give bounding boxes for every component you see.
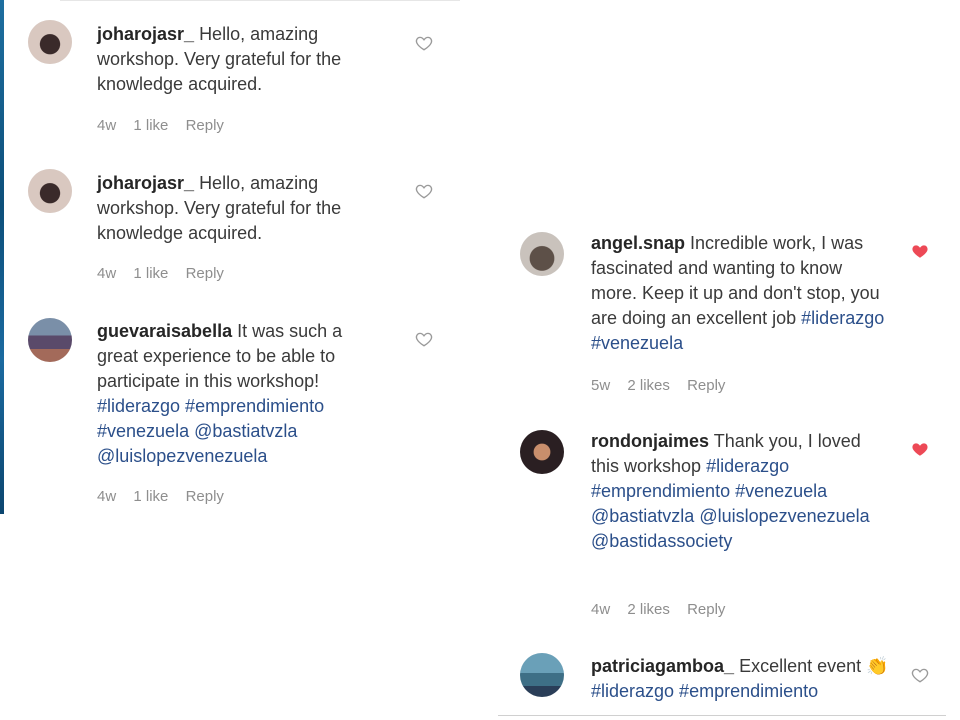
comment-body: guevaraisabella It was such a great expe… (97, 319, 387, 469)
heart-filled-icon[interactable] (911, 440, 929, 458)
comment-time: 4w (591, 601, 611, 618)
comment-meta: 4w 1 like Reply (97, 265, 237, 282)
comment-body: joharojasr_ Hello, amazing workshop. Ver… (97, 171, 387, 246)
comment-time: 4w (97, 117, 117, 134)
comment-likes[interactable]: 2 likes (627, 377, 670, 394)
comment-body: rondonjaimes Thank you, I loved this wor… (591, 429, 891, 554)
divider (60, 0, 460, 1)
heart-outline-icon[interactable] (415, 34, 433, 52)
user-avatar[interactable] (520, 232, 564, 276)
reply-button[interactable]: Reply (186, 117, 224, 134)
comment-body: angel.snap Incredible work, I was fascin… (591, 231, 891, 356)
user-avatar[interactable] (520, 653, 564, 697)
reply-button[interactable]: Reply (687, 601, 725, 618)
clap-emoji-icon: 👏 (866, 656, 889, 676)
comment-time: 5w (591, 377, 611, 394)
comment-username[interactable]: joharojasr_ (97, 173, 194, 193)
comment-username[interactable]: joharojasr_ (97, 24, 194, 44)
comment-username[interactable]: rondonjaimes (591, 431, 709, 451)
comment-likes[interactable]: 2 likes (627, 601, 670, 618)
comment-hashtags[interactable]: #liderazgo #emprendimiento (591, 681, 818, 701)
comment-meta: 5w 2 likes Reply (591, 377, 738, 394)
comment-likes[interactable]: 1 like (133, 488, 168, 505)
comment-meta: 4w 1 like Reply (97, 488, 237, 505)
user-avatar[interactable] (28, 169, 72, 213)
heart-filled-icon[interactable] (911, 242, 929, 260)
comment-meta: 4w 2 likes Reply (591, 601, 738, 618)
heart-outline-icon[interactable] (911, 666, 929, 684)
comment-username[interactable]: angel.snap (591, 233, 685, 253)
comment-likes[interactable]: 1 like (133, 117, 168, 134)
reply-button[interactable]: Reply (186, 265, 224, 282)
comment-username[interactable]: guevaraisabella (97, 321, 232, 341)
comment-body: patriciagamboa_ Excellent event 👏 #lider… (591, 654, 891, 704)
heart-outline-icon[interactable] (415, 182, 433, 200)
user-avatar[interactable] (28, 20, 72, 64)
comment-body: joharojasr_ Hello, amazing workshop. Ver… (97, 22, 387, 97)
comment-likes[interactable]: 1 like (133, 265, 168, 282)
user-avatar[interactable] (520, 430, 564, 474)
comment-time: 4w (97, 265, 117, 282)
comments-panel-right: angel.snap Incredible work, I was fascin… (498, 224, 960, 720)
comment-text: Excellent event (739, 656, 862, 676)
comment-meta: 4w 1 like Reply (97, 117, 237, 134)
user-avatar[interactable] (28, 318, 72, 362)
comment-username[interactable]: patriciagamboa_ (591, 656, 734, 676)
comments-panel-left: joharojasr_ Hello, amazing workshop. Ver… (0, 0, 470, 514)
reply-button[interactable]: Reply (186, 488, 224, 505)
comment-hashtags[interactable]: #liderazgo #emprendimiento #venezuela @b… (97, 396, 324, 466)
reply-button[interactable]: Reply (687, 377, 725, 394)
heart-outline-icon[interactable] (415, 330, 433, 348)
divider (498, 715, 946, 716)
comment-time: 4w (97, 488, 117, 505)
